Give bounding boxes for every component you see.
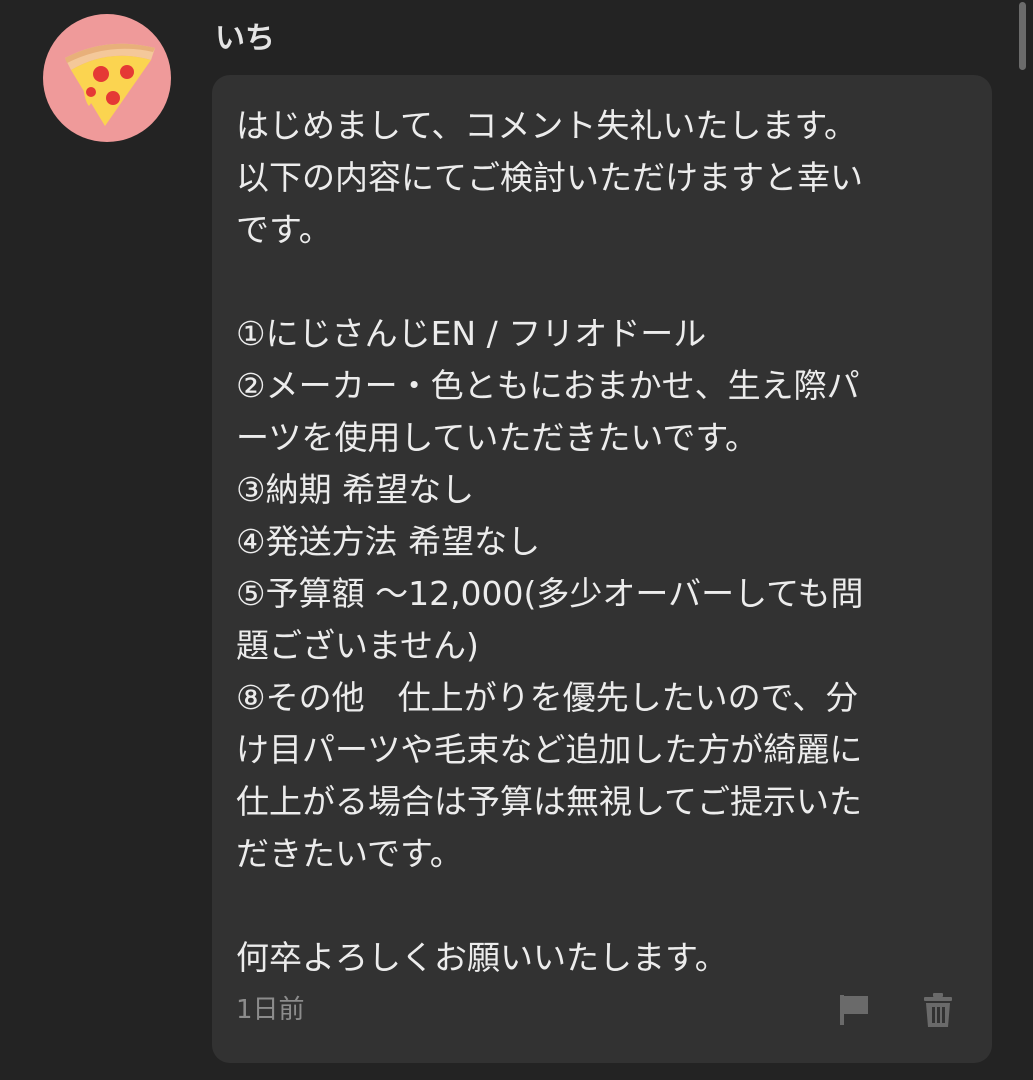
- comment-line: だきたいです。: [236, 834, 463, 873]
- flag-icon: [840, 995, 868, 1025]
- comment-line: ーツを使用していただきたいです。: [236, 418, 759, 457]
- author-name[interactable]: いち: [215, 17, 275, 61]
- comment-timestamp: 1日前: [236, 995, 305, 1025]
- comment-line: ⑧その他 仕上がりを優先したいので、分: [236, 678, 859, 717]
- comment-line: ②メーカー・色ともにおまかせ、生え際パ: [236, 366, 860, 405]
- comment-line: ⑤予算額 〜12,000(多少オーバーしても問: [236, 574, 864, 613]
- comment-line: [236, 256, 976, 308]
- comment-line: 以下の内容にてご検討いただけますと幸い: [236, 158, 863, 197]
- scrollbar-thumb[interactable]: [1019, 2, 1026, 70]
- comment-line: です。: [236, 210, 332, 249]
- comment-line: 題ございません): [236, 626, 479, 665]
- report-button[interactable]: [832, 988, 876, 1032]
- comment-thread: いち はじめまして、コメント失礼いたします。 以下の内容にてご検討いただけますと幸…: [0, 0, 1033, 1080]
- comment-line: はじめまして、コメント失礼いたします。: [236, 106, 858, 145]
- comment-line: 仕上がる場合は予算は無視してご提示いた: [236, 782, 863, 821]
- comment-line: 何卒よろしくお願いいたします。: [236, 938, 728, 977]
- trash-icon: [924, 993, 952, 1027]
- avatar[interactable]: [43, 14, 171, 142]
- comment-line: [236, 880, 976, 932]
- delete-button[interactable]: [916, 988, 960, 1032]
- comment-line: ④発送方法 希望なし: [236, 522, 541, 561]
- comment-line: ③納期 希望なし: [236, 470, 475, 509]
- comment-line: け目パーツや毛束など追加した方が綺麗に: [236, 730, 863, 769]
- pizza-slice-icon: [65, 43, 155, 126]
- comment-line: ①にじさんじEN / フリオドール: [236, 314, 707, 353]
- scrollbar[interactable]: [1016, 0, 1033, 1080]
- comment-body: はじめまして、コメント失礼いたします。 以下の内容にてご検討いただけますと幸い です…: [236, 100, 976, 984]
